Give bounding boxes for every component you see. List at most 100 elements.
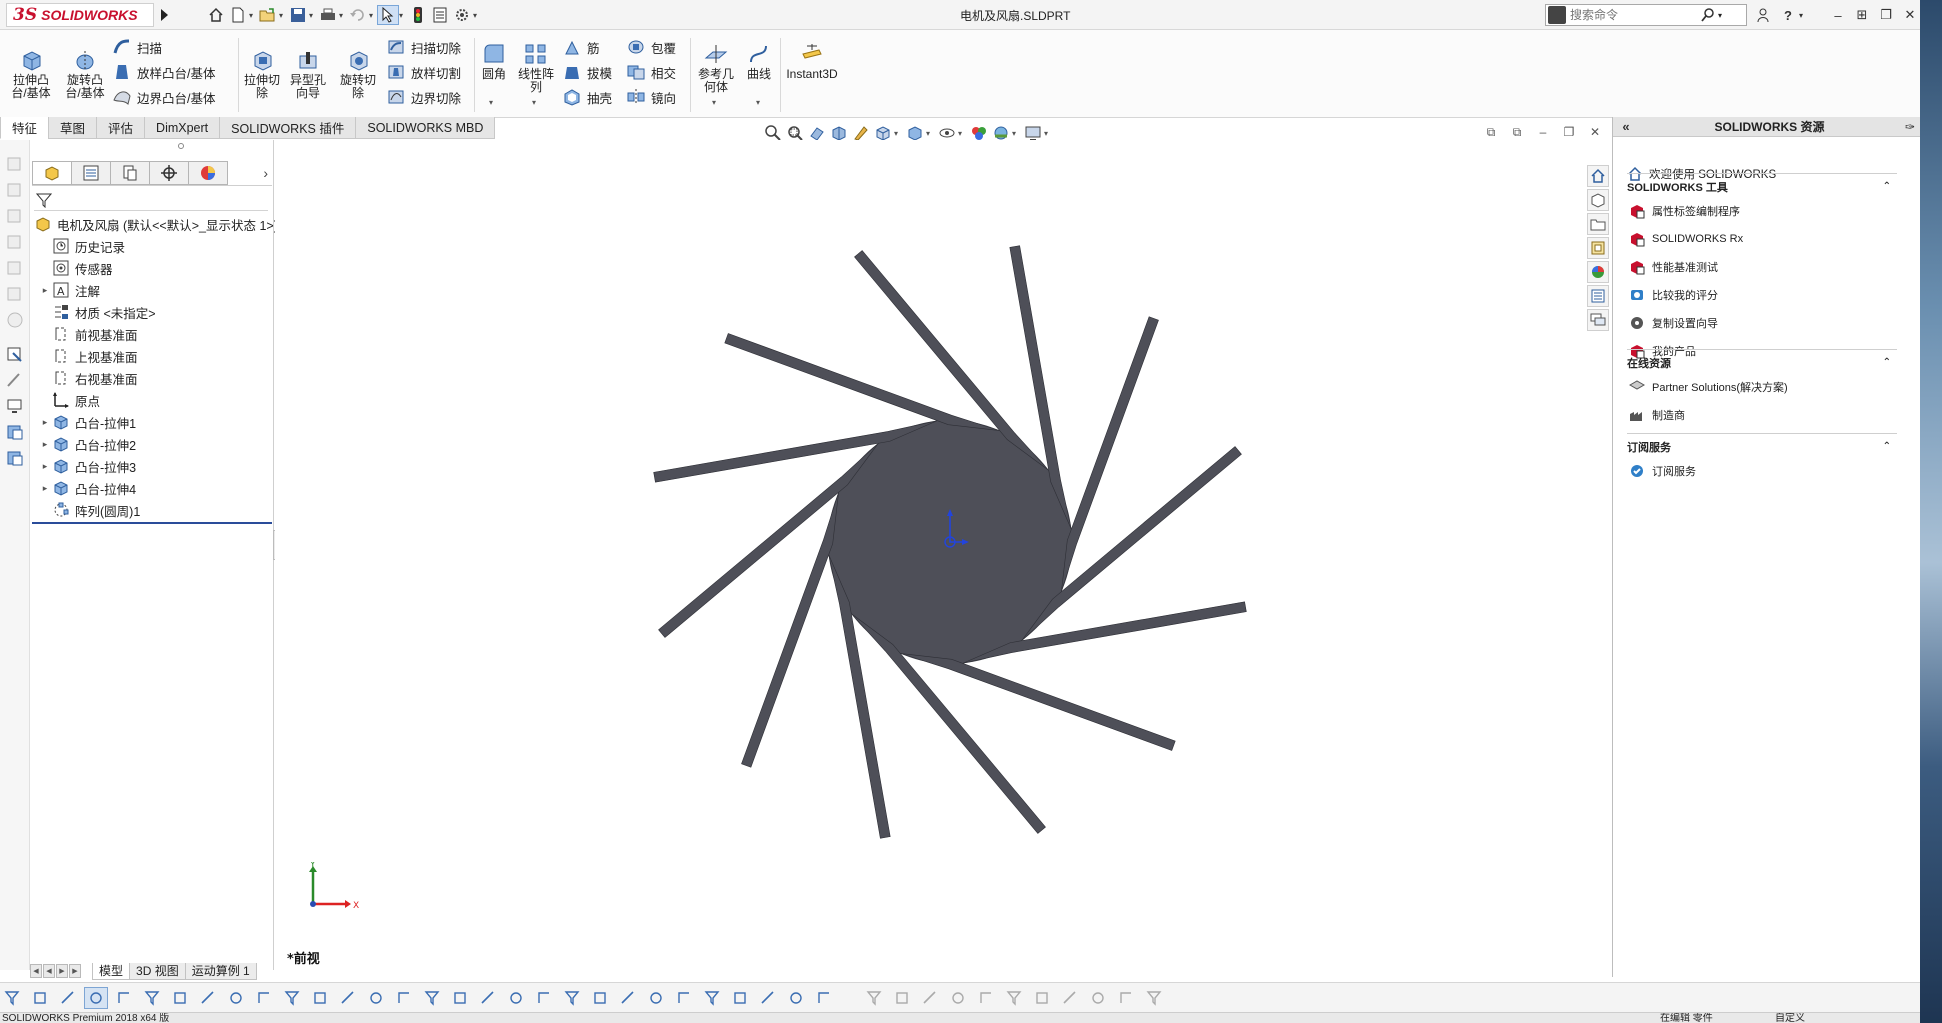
new-file-icon[interactable] xyxy=(227,5,249,25)
filter-sketch-points-icon[interactable] xyxy=(336,987,360,1009)
resource-link[interactable]: SOLIDWORKS Rx xyxy=(1629,231,1743,247)
angle-dimension-icon[interactable] xyxy=(1142,987,1166,1009)
panel-expand-chevron-icon[interactable]: › xyxy=(263,165,268,181)
sweep-button[interactable]: 扫描 xyxy=(112,36,162,58)
search-scope-icon[interactable] xyxy=(1548,6,1566,24)
tree-item[interactable]: ▸ 凸台-拉伸3 xyxy=(30,455,274,477)
expand-arrow-icon[interactable]: ▸ xyxy=(40,483,50,494)
filter-connection-points-icon[interactable] xyxy=(728,987,752,1009)
filter-sketch-segments-icon[interactable] xyxy=(364,987,388,1009)
filter-balloons-icon[interactable] xyxy=(532,987,556,1009)
curves-button[interactable]: 曲线 xyxy=(742,42,776,81)
mirror-entities-icon[interactable] xyxy=(1002,987,1026,1009)
tree-root-part[interactable]: 电机及风扇 (默认<<默认>_显示状态 1>) xyxy=(30,213,278,235)
tree-item[interactable]: 前视基准面 xyxy=(30,323,274,345)
trim-tool-icon[interactable] xyxy=(946,987,970,1009)
save-icon[interactable] xyxy=(287,5,309,25)
model-tab-0[interactable]: 模型 xyxy=(92,962,131,980)
mirror-button[interactable]: 镜向 xyxy=(626,86,676,108)
resource-link[interactable]: 属性标签编制程序 xyxy=(1629,203,1740,219)
curves-dropdown-icon[interactable]: ▾ xyxy=(756,98,760,107)
fan-model-view[interactable] xyxy=(275,140,1585,965)
file-properties-icon[interactable] xyxy=(429,5,451,25)
feature-manager-tab[interactable] xyxy=(32,160,72,185)
display-manager-tab[interactable] xyxy=(188,160,228,185)
part-icon[interactable] xyxy=(5,206,25,226)
filter-mates-icon[interactable] xyxy=(756,987,780,1009)
next-tab-nav-icon[interactable]: ▶ xyxy=(56,964,68,978)
loft-boss-button[interactable]: 放样凸台/基体 xyxy=(112,61,215,83)
grid-tool-icon[interactable] xyxy=(1114,987,1138,1009)
forum-tab[interactable] xyxy=(1587,309,1609,331)
open-dropdown-icon[interactable]: ▾ xyxy=(279,11,287,20)
unit-system-status[interactable]: 自定义 xyxy=(1775,1013,1805,1023)
open-file-icon[interactable] xyxy=(257,5,279,25)
display-style-dropdown-icon[interactable]: ▾ xyxy=(926,129,936,138)
resource-link[interactable]: 订阅服务 xyxy=(1629,463,1696,479)
draft-button[interactable]: 拔模 xyxy=(562,61,612,83)
hide-show-dropdown-icon[interactable]: ▾ xyxy=(958,129,968,138)
tree-item[interactable]: ▸ 凸台-拉伸4 xyxy=(30,477,274,499)
tile-left-icon[interactable]: ⧉ xyxy=(1478,123,1504,141)
last-tab-nav-icon[interactable]: ▶ xyxy=(69,964,81,978)
collapse-chevron-icon[interactable]: ⌃ xyxy=(1883,357,1891,368)
intersect-button[interactable]: 相交 xyxy=(626,61,676,83)
model-tab-2[interactable]: 运动算例 1 xyxy=(184,962,257,980)
fan-blade[interactable] xyxy=(724,333,1000,431)
filter-faces-icon[interactable] xyxy=(56,987,80,1009)
search-commands-box[interactable]: ▾ xyxy=(1545,4,1747,26)
line-tool-icon[interactable] xyxy=(890,987,914,1009)
tree-item[interactable]: 材质 <未指定> xyxy=(30,301,274,323)
search-dropdown-icon[interactable]: ▾ xyxy=(1718,11,1722,20)
solidworks-logo[interactable]: 3S SOLIDWORKS xyxy=(6,3,154,27)
filter-icon[interactable] xyxy=(36,192,52,208)
shell-button[interactable]: 抽壳 xyxy=(562,86,612,108)
filter-datum-targets-icon[interactable] xyxy=(448,987,472,1009)
tree-item[interactable]: ▸ 凸台-拉伸1 xyxy=(30,411,274,433)
new-dropdown-icon[interactable]: ▾ xyxy=(249,11,257,20)
filter-midpoints-icon[interactable] xyxy=(392,987,416,1009)
expand-arrow-icon[interactable]: ▸ xyxy=(40,439,50,450)
filter-solid-bodies-icon[interactable] xyxy=(224,987,248,1009)
tree-item[interactable]: 上视基准面 xyxy=(30,345,274,367)
offset-tool-icon[interactable] xyxy=(974,987,998,1009)
fan-blade[interactable] xyxy=(741,492,839,768)
revolve-cut-button[interactable]: 旋转切 除 xyxy=(336,48,380,100)
pattern-dropdown-icon[interactable]: ▾ xyxy=(532,98,536,107)
tree-filter-bar[interactable] xyxy=(34,189,268,211)
resource-section-header[interactable]: 在线资源 ⌃ xyxy=(1627,349,1897,370)
custom-properties-tab[interactable] xyxy=(1587,285,1609,307)
part-icon[interactable] xyxy=(5,284,25,304)
dimxpert-manager-tab[interactable] xyxy=(149,160,189,185)
boundary-boss-button[interactable]: 边界凸台/基体 xyxy=(112,86,215,108)
traffic-light-icon[interactable] xyxy=(407,5,429,25)
restore-icon[interactable]: ❐ xyxy=(1876,5,1896,25)
doc-restore-icon[interactable]: ❐ xyxy=(1556,123,1582,141)
globe-icon[interactable] xyxy=(5,310,25,330)
tile-right-icon[interactable]: ⧉ xyxy=(1504,123,1530,141)
minimize-icon[interactable]: – xyxy=(1828,5,1848,25)
collapse-chevron-icon[interactable]: ⌃ xyxy=(1883,441,1891,452)
select-dropdown-icon[interactable]: ▾ xyxy=(399,11,407,20)
file-explorer-tab[interactable] xyxy=(1587,213,1609,235)
tree-item[interactable]: 右视基准面 xyxy=(30,367,274,389)
resource-section-header[interactable]: 订阅服务 ⌃ xyxy=(1627,433,1897,454)
filter-axes-icon[interactable] xyxy=(280,987,304,1009)
expand-arrow-icon[interactable]: ▸ xyxy=(40,461,50,472)
collapse-chevron-icon[interactable]: ⌃ xyxy=(1883,181,1891,192)
resource-link[interactable]: Partner Solutions(解决方案) xyxy=(1629,379,1788,395)
filter-cosmetic-threads-icon[interactable] xyxy=(476,987,500,1009)
configuration-icon[interactable] xyxy=(5,448,25,468)
part-icon[interactable] xyxy=(5,180,25,200)
part-icon[interactable] xyxy=(5,258,25,278)
property-manager-tab[interactable] xyxy=(71,160,111,185)
fan-blade[interactable] xyxy=(900,653,1176,751)
sketch-icon[interactable] xyxy=(5,344,25,364)
tree-item[interactable]: 阵列(圆周)1 xyxy=(30,499,274,521)
view-palette-tab[interactable] xyxy=(1587,237,1609,259)
instant3d-button[interactable]: Instant3D xyxy=(784,42,840,81)
tile-windows-icon[interactable]: ⊞ xyxy=(1852,5,1872,25)
search-icon[interactable] xyxy=(1700,7,1716,23)
part-icon[interactable] xyxy=(5,232,25,252)
filter-notes-icon[interactable] xyxy=(504,987,528,1009)
